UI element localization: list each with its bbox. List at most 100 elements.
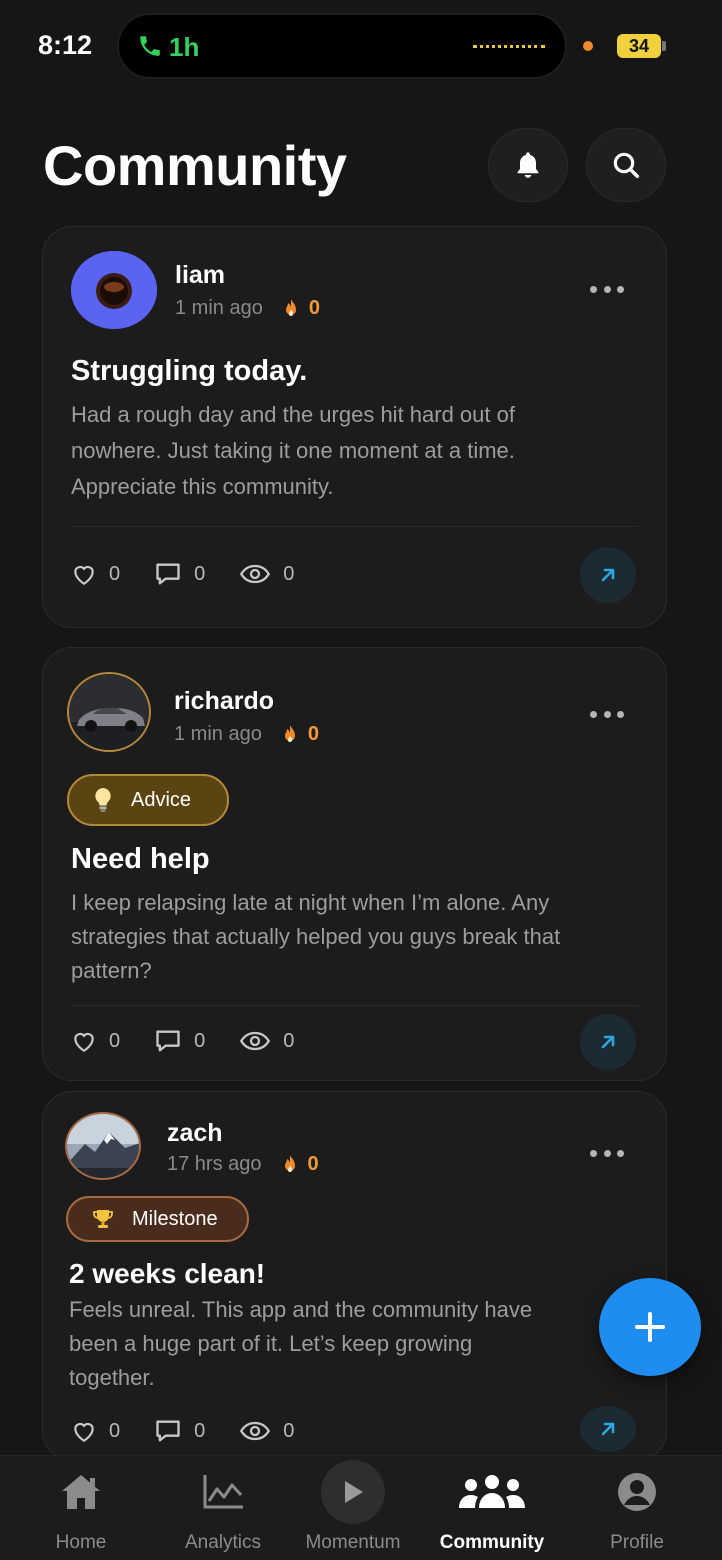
nav-item-community[interactable]: Community	[432, 1456, 552, 1560]
streak-count: 0	[307, 723, 319, 745]
arrow-up-right-icon	[601, 1035, 615, 1049]
lightbulb-icon	[95, 788, 111, 812]
views-indicator: 0	[239, 1030, 294, 1053]
comment-count: 0	[194, 562, 206, 585]
avatar-image	[67, 1114, 139, 1178]
heart-icon	[74, 565, 94, 586]
nav-label: Profile	[610, 1532, 664, 1553]
view-count: 0	[283, 1419, 295, 1442]
nav-label: Community	[439, 1532, 545, 1553]
comment-count: 0	[194, 1029, 206, 1052]
divider	[71, 1005, 638, 1006]
post-username[interactable]: zach	[167, 1119, 223, 1148]
post-meta: 1 min ago 0	[174, 723, 319, 746]
post-username[interactable]: richardo	[174, 687, 274, 716]
post-meta: 17 hrs ago 0	[167, 1153, 319, 1176]
tag-milestone: Milestone	[66, 1196, 249, 1242]
nav-item-home[interactable]: Home	[40, 1456, 122, 1560]
page-title: Community	[43, 134, 347, 197]
post-actions: 0 0 0	[71, 561, 328, 587]
divider	[71, 526, 638, 527]
like-button[interactable]: 0	[71, 562, 120, 586]
post-title: Need help	[71, 843, 210, 875]
heart-icon	[74, 1422, 94, 1443]
dynamic-island[interactable]: 1h	[117, 13, 567, 79]
comment-icon	[156, 1420, 180, 1442]
flame-icon	[284, 724, 295, 742]
eye-icon	[240, 564, 271, 584]
share-button[interactable]	[580, 547, 636, 603]
view-count: 0	[283, 562, 295, 585]
tag-label: Milestone	[132, 1207, 218, 1230]
arrow-up-right-icon	[601, 568, 615, 582]
post-body: Had a rough day and the urges hit hard o…	[71, 402, 515, 499]
share-button[interactable]	[580, 1406, 636, 1452]
bell-icon	[517, 152, 539, 178]
community-icon	[459, 1475, 525, 1508]
new-post-button[interactable]	[599, 1278, 701, 1376]
more-options-button[interactable]	[590, 284, 624, 294]
call-duration: 1h	[169, 32, 200, 62]
comment-icon	[156, 1030, 180, 1052]
avatar-image	[71, 251, 157, 329]
share-button[interactable]	[580, 1014, 636, 1070]
nav-label: Momentum	[305, 1532, 401, 1553]
heart-icon	[74, 1032, 94, 1053]
privacy-dot-indicator	[583, 41, 593, 51]
streak-count: 0	[308, 297, 320, 319]
view-count: 0	[283, 1029, 295, 1052]
like-button[interactable]: 0	[71, 1029, 120, 1053]
comment-count: 0	[194, 1419, 206, 1442]
tag-label: Advice	[131, 788, 192, 811]
more-options-button[interactable]	[590, 709, 624, 719]
nav-item-profile[interactable]: Profile	[598, 1456, 676, 1560]
nav-label: Home	[55, 1532, 107, 1553]
comment-button[interactable]: 0	[154, 1418, 205, 1444]
post-body: Feels unreal. This app and the community…	[69, 1297, 533, 1390]
avatar[interactable]	[65, 1112, 141, 1180]
comment-button[interactable]: 0	[154, 1028, 205, 1054]
play-icon	[345, 1481, 363, 1503]
home-icon	[62, 1475, 100, 1509]
nav-label: Analytics	[184, 1532, 262, 1553]
views-indicator: 0	[239, 563, 294, 586]
eye-icon	[240, 1421, 271, 1441]
status-time: 8:12	[38, 30, 93, 60]
more-options-button[interactable]	[590, 1148, 624, 1158]
phone-icon	[140, 36, 160, 56]
avatar-image	[69, 674, 149, 750]
bottom-nav: Home Analytics Momentum Community Profil…	[0, 1455, 722, 1560]
post-body: I keep relapsing late at night when I’m …	[71, 890, 561, 983]
notifications-button[interactable]	[488, 128, 568, 202]
battery-icon: 34	[617, 34, 661, 58]
post-time: 1 min ago	[175, 297, 263, 319]
trophy-icon	[93, 1210, 113, 1228]
search-button[interactable]	[586, 128, 666, 202]
battery-tip	[662, 41, 666, 51]
like-count: 0	[109, 1419, 121, 1442]
post-card[interactable]: liam 1 min ago 0 Struggling today. Had a…	[42, 226, 667, 628]
search-icon	[613, 152, 640, 179]
arrow-up-right-icon	[601, 1422, 615, 1436]
comment-button[interactable]: 0	[154, 561, 205, 587]
avatar[interactable]	[71, 251, 157, 329]
post-card[interactable]: zach 17 hrs ago 0 Milestone 2 weeks clea…	[42, 1091, 667, 1461]
post-time: 1 min ago	[174, 723, 262, 745]
like-button[interactable]: 0	[71, 1419, 120, 1443]
flame-icon	[284, 1154, 295, 1172]
post-username[interactable]: liam	[175, 261, 225, 290]
nav-item-analytics[interactable]: Analytics	[172, 1456, 274, 1560]
flame-icon	[285, 298, 296, 316]
eye-icon	[240, 1031, 271, 1051]
post-meta: 1 min ago 0	[175, 297, 320, 320]
streak-count: 0	[307, 1153, 319, 1175]
plus-icon	[635, 1312, 665, 1342]
analytics-icon	[203, 1475, 243, 1509]
views-indicator: 0	[239, 1420, 294, 1443]
nav-item-momentum[interactable]: Momentum	[296, 1456, 410, 1560]
post-card[interactable]: richardo 1 min ago 0 Advice Need help I …	[42, 647, 667, 1081]
avatar[interactable]	[67, 672, 151, 752]
like-count: 0	[109, 1029, 121, 1052]
profile-icon	[618, 1473, 656, 1511]
post-actions: 0 0 0	[71, 1418, 328, 1444]
